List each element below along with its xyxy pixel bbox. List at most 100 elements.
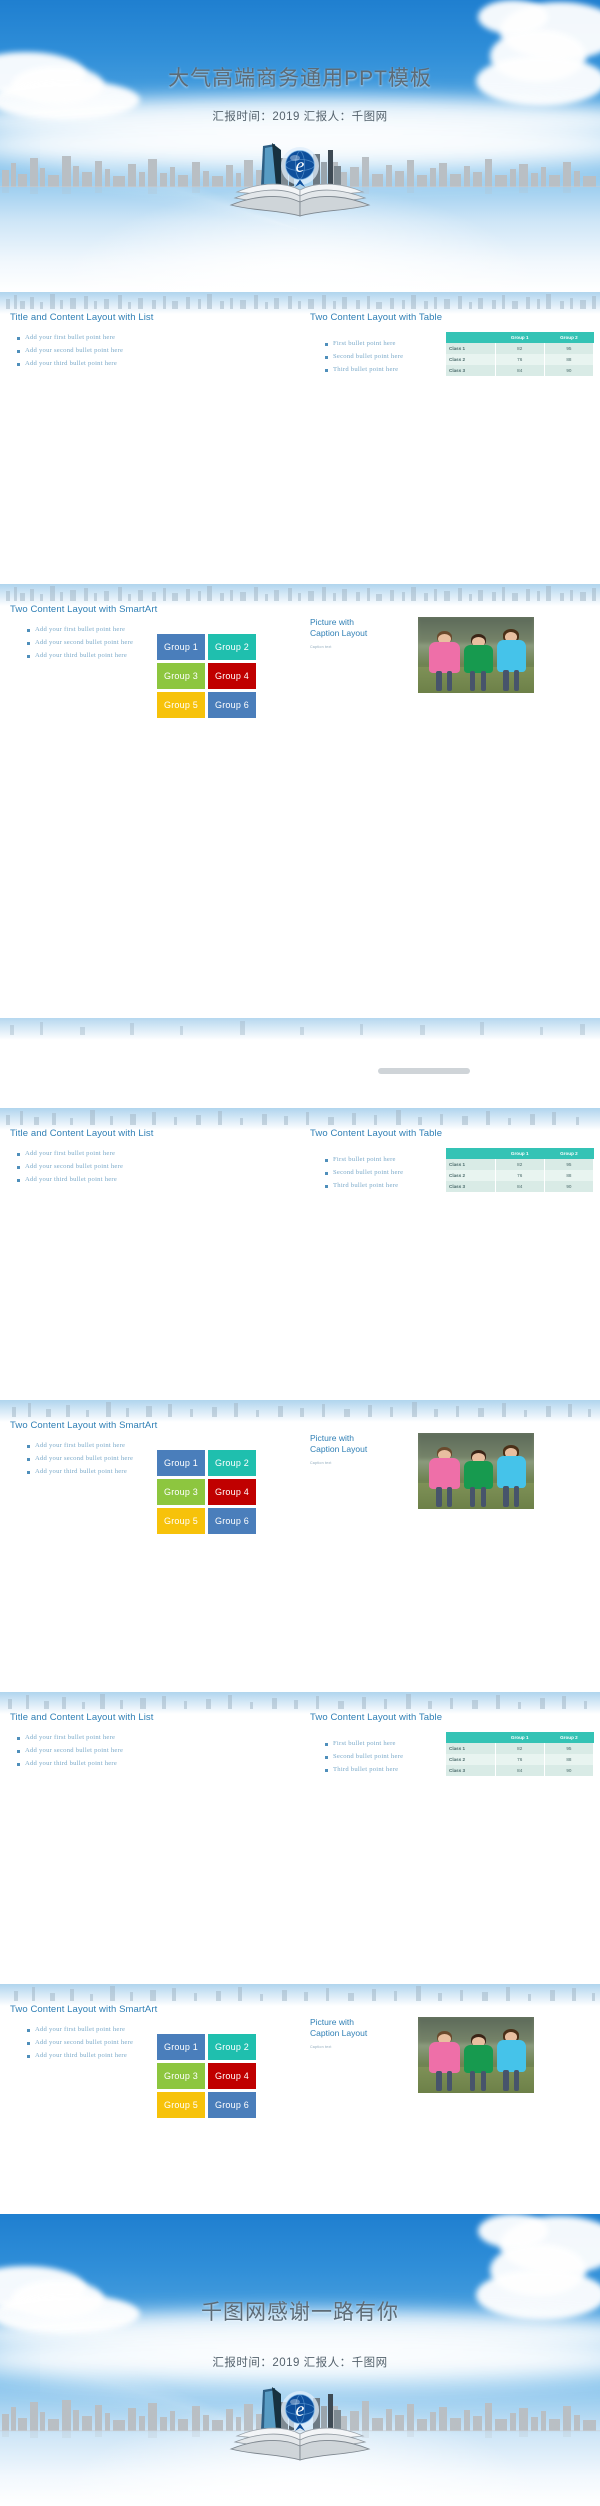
table-column: Two Content Layout with Table First bull… [310, 1712, 595, 1777]
smartart-slide-title: Two Content Layout with SmartArt [10, 2004, 158, 2015]
smartart-slide-title: Two Content Layout with SmartArt [10, 604, 158, 615]
table-cell: 84 [495, 1181, 545, 1193]
list-item: Third bullet point here [324, 364, 442, 377]
picture-slide-title-line1: Picture with [310, 2017, 354, 2027]
book-globe-emblem: e [215, 2384, 385, 2462]
table-cell: 90 [544, 365, 595, 377]
list-item: Add your second bullet point here [16, 1745, 300, 1758]
table-cell: 76 [495, 1170, 545, 1182]
smartart-group-box[interactable]: Group 5 [157, 1508, 205, 1534]
smartart-group-box[interactable]: Group 1 [157, 634, 205, 660]
photo-children-running [418, 2017, 534, 2093]
smartart-group-box[interactable]: Group 4 [208, 2063, 256, 2089]
list-item: Add your first bullet point here [26, 1440, 148, 1453]
smartart-group-box[interactable]: Group 1 [157, 2034, 205, 2060]
smartart-group-box[interactable]: Group 1 [157, 1450, 205, 1476]
list-bullets: Add your first bullet point here Add you… [16, 1732, 300, 1771]
list-item: Add your third bullet point here [16, 1174, 300, 1187]
table-row: Class 1 82 95 [446, 1158, 595, 1171]
list-and-table-slide-2: Title and Content Layout with List Add y… [0, 1108, 600, 1400]
table-header-row: Group 1 Group 2 [446, 1147, 594, 1159]
smartart-group-box[interactable]: Group 3 [157, 1479, 205, 1505]
smartart-group-box[interactable]: Group 3 [157, 663, 205, 689]
smartart-group-label: Group 3 [164, 2071, 198, 2081]
child-pink-jacket [427, 630, 462, 692]
leg [480, 2071, 487, 2092]
smartart-bullets: Add your first bullet point here Add you… [26, 624, 148, 663]
title-slide: 大气高端商务通用PPT模板 汇报时间：2019 汇报人：千图网 e [0, 0, 600, 292]
smartart-group-box[interactable]: Group 6 [208, 2092, 256, 2118]
table-row-label: Class 3 [446, 1181, 496, 1193]
table-row: Class 1 82 95 [446, 1742, 595, 1755]
list-item: Add your first bullet point here [16, 1732, 300, 1745]
list-item: First bullet point here [324, 1154, 442, 1167]
list-item: Add your first bullet point here [26, 2024, 148, 2037]
smartart-group-box[interactable]: Group 3 [157, 2063, 205, 2089]
list-item: Third bullet point here [324, 1180, 442, 1193]
list-bullets: Add your first bullet point here Add you… [16, 1148, 300, 1187]
slide-header-band [0, 1108, 600, 1130]
leg [469, 671, 476, 692]
picture-slide-caption: Caption text [310, 644, 332, 649]
list-item: First bullet point here [324, 1738, 442, 1751]
smartart-group-label: Group 1 [164, 642, 198, 652]
leg [480, 1487, 487, 1508]
jacket [429, 642, 460, 673]
table-row: Class 2 76 88 [446, 354, 595, 366]
table-cell: 76 [495, 354, 545, 366]
smartart-group-label: Group 5 [164, 700, 198, 710]
leg [436, 1486, 442, 1508]
table-slide-title: Two Content Layout with Table [310, 312, 443, 323]
city-skyline-decoration [0, 2392, 600, 2438]
list-item: Add your third bullet point here [26, 2050, 148, 2063]
list-item: First bullet point here [324, 338, 442, 351]
leg [446, 2070, 453, 2092]
cloud-shape [478, 0, 548, 34]
table-column-header: Group 2 [544, 331, 594, 343]
smartart-group-box[interactable]: Group 2 [208, 1450, 256, 1476]
smartart-group-box[interactable]: Group 2 [208, 634, 256, 660]
table-corner-cell [446, 1147, 496, 1159]
smartart-group-box[interactable]: Group 2 [208, 2034, 256, 2060]
child-pink-jacket [427, 1446, 462, 1508]
scrollbar-thumb[interactable] [378, 1068, 470, 1074]
list-slide-title: Title and Content Layout with List [10, 1128, 154, 1139]
leg [436, 2070, 442, 2092]
smartart-group-label: Group 6 [215, 2100, 249, 2110]
smartart-group-box[interactable]: Group 4 [208, 663, 256, 689]
table-cell: 88 [544, 1754, 595, 1766]
jacket [463, 645, 493, 673]
list-item: Add your third bullet point here [16, 1758, 300, 1771]
smartart-group-label: Group 3 [164, 671, 198, 681]
slide-header-band [0, 584, 600, 606]
smartart-group-box[interactable]: Group 6 [208, 1508, 256, 1534]
smartart-group-grid: Group 1 Group 2 Group 3 Group 4 Group 5 … [157, 2034, 256, 2118]
smartart-group-label: Group 2 [215, 1458, 249, 1468]
jacket [496, 1456, 527, 1488]
list-item: Second bullet point here [324, 351, 442, 364]
table-column: Two Content Layout with Table First bull… [310, 312, 595, 377]
table-cell: 95 [544, 342, 595, 355]
table-corner-cell [446, 331, 496, 343]
table-column-header: Group 1 [495, 331, 545, 343]
list-item: Second bullet point here [324, 1167, 442, 1180]
smartart-group-label: Group 5 [164, 2100, 198, 2110]
smartart-group-box[interactable]: Group 5 [157, 692, 205, 718]
list-item: Add your second bullet point here [16, 1161, 300, 1174]
smartart-group-box[interactable]: Group 5 [157, 2092, 205, 2118]
smartart-group-label: Group 6 [215, 700, 249, 710]
cloud-haze-band [0, 118, 600, 172]
smartart-slide-title: Two Content Layout with SmartArt [10, 1420, 158, 1431]
data-table: Group 1 Group 2 Class 1 82 95 Class 2 76… [446, 331, 595, 377]
smartart-group-box[interactable]: Group 4 [208, 1479, 256, 1505]
table-cell: 90 [544, 1181, 595, 1193]
svg-text:e: e [296, 2399, 305, 2421]
photo-children-running [418, 617, 534, 693]
picture-slide-title-line1: Picture with [310, 1433, 354, 1443]
smartart-group-box[interactable]: Group 6 [208, 692, 256, 718]
picture-caption-column: Picture with Caption Layout Caption text [310, 617, 390, 649]
smartart-group-grid: Group 1 Group 2 Group 3 Group 4 Group 5 … [157, 634, 256, 718]
table-column-header: Group 1 [495, 1731, 545, 1743]
jacket [496, 640, 527, 672]
picture-slide-title-line1: Picture with [310, 617, 354, 627]
